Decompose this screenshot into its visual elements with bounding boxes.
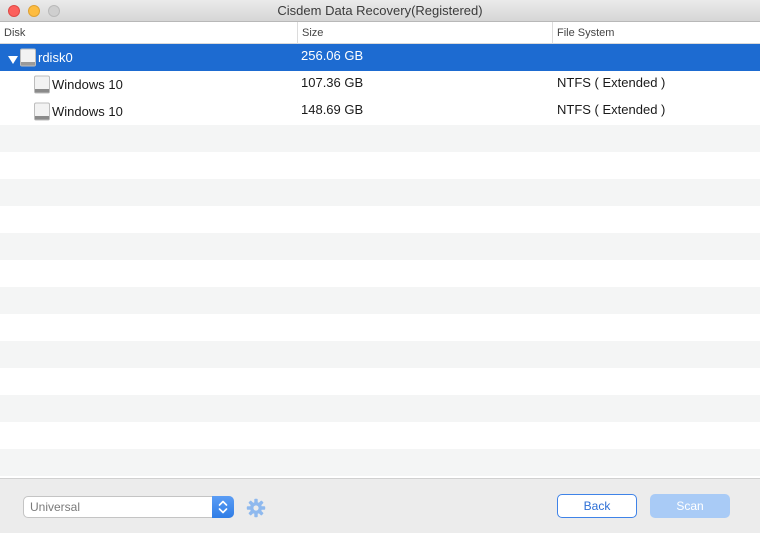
recovery-mode-value: Universal: [30, 500, 81, 514]
disk-table: rdisk0 256.06 GB Windows 10 107.36 GB NT…: [0, 44, 760, 478]
empty-row: [0, 125, 760, 152]
window-title: Cisdem Data Recovery(Registered): [277, 3, 483, 18]
recovery-mode-select[interactable]: Universal: [23, 496, 234, 518]
column-header-disk[interactable]: Disk: [0, 22, 298, 44]
partition-name-cell: Windows 10: [34, 71, 123, 98]
column-header-file-system[interactable]: File System: [553, 22, 760, 44]
title-bar: Cisdem Data Recovery(Registered): [0, 0, 760, 22]
empty-row: [0, 179, 760, 206]
disk-name: rdisk0: [38, 50, 73, 65]
hard-drive-icon: [34, 75, 50, 95]
disclosure-triangle-icon[interactable]: [8, 53, 18, 64]
gear-icon[interactable]: [246, 498, 266, 518]
empty-row: [0, 152, 760, 179]
empty-row: [0, 233, 760, 260]
empty-row: [0, 206, 760, 233]
partition-name: Windows 10: [52, 77, 123, 92]
back-button[interactable]: Back: [557, 494, 637, 518]
table-row-rdisk0[interactable]: rdisk0 256.06 GB: [0, 44, 760, 71]
empty-row: [0, 314, 760, 341]
empty-row: [0, 368, 760, 395]
scan-button[interactable]: Scan: [650, 494, 730, 518]
table-header: Disk Size File System: [0, 22, 760, 44]
partition-name: Windows 10: [52, 104, 123, 119]
chevron-updown-icon[interactable]: [212, 496, 234, 518]
column-header-size[interactable]: Size: [298, 22, 553, 44]
table-row-partition[interactable]: Windows 10 148.69 GB NTFS ( Extended ): [0, 98, 760, 125]
disk-name-cell: rdisk0: [0, 44, 73, 71]
partition-name-cell: Windows 10: [34, 98, 123, 125]
empty-row: [0, 287, 760, 314]
hard-drive-icon: [34, 102, 50, 122]
empty-row: [0, 395, 760, 422]
empty-row: [0, 341, 760, 368]
empty-row: [0, 260, 760, 287]
hard-drive-icon: [20, 48, 36, 68]
empty-row: [0, 449, 760, 476]
empty-row: [0, 422, 760, 449]
table-row-partition[interactable]: Windows 10 107.36 GB NTFS ( Extended ): [0, 71, 760, 98]
footer-bar: Universal Back Scan: [0, 478, 760, 533]
